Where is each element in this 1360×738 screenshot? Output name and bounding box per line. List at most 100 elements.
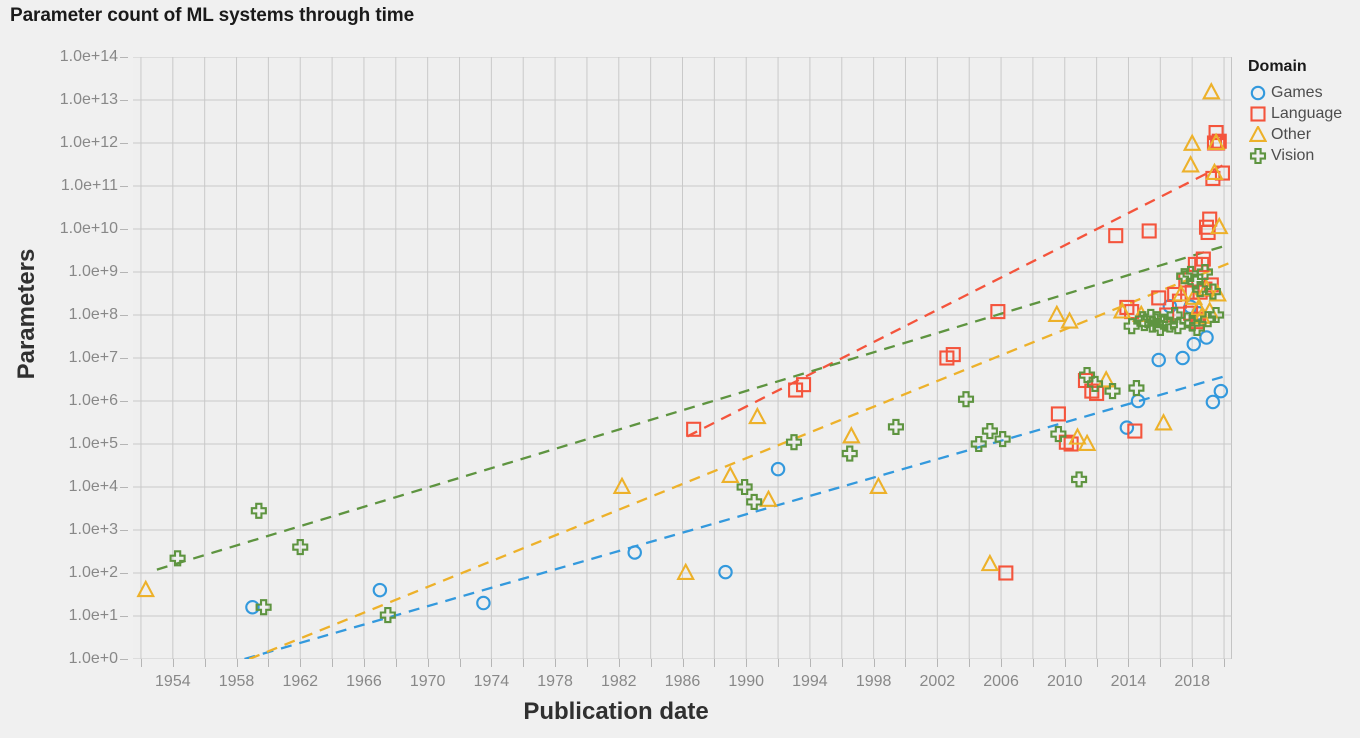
y-axis-tick-mark <box>120 573 128 574</box>
circle-icon <box>1248 85 1268 101</box>
y-axis-tick-label: 1.0e+7 <box>68 349 118 366</box>
legend-label: Other <box>1271 126 1312 143</box>
square-icon <box>1248 106 1268 122</box>
circle-marker <box>1213 383 1229 399</box>
y-axis-tick-mark <box>120 315 128 316</box>
y-axis-tick-mark <box>120 530 128 531</box>
x-axis-tick-mark <box>204 659 206 667</box>
x-axis-tick-mark <box>586 659 588 667</box>
square-marker <box>1202 211 1218 227</box>
y-axis-tick-label: 1.0e+13 <box>59 91 118 108</box>
cross-marker <box>250 502 267 519</box>
x-axis-tick-mark <box>650 659 652 667</box>
triangle-marker <box>676 562 695 580</box>
cross-marker <box>736 478 753 496</box>
y-axis-tick-mark <box>120 100 128 101</box>
y-axis-tick-label: 1.0e+9 <box>68 263 118 280</box>
legend: Domain Games Language Other Vision <box>1248 58 1360 167</box>
x-axis-tick-label: 1974 <box>473 673 510 690</box>
x-axis-tick-label: 2014 <box>1110 673 1147 690</box>
triangle-marker <box>136 579 156 598</box>
cross-marker <box>1128 380 1145 397</box>
x-axis-tick-label: 1982 <box>600 673 637 690</box>
x-axis-tick-label: 2018 <box>1174 673 1210 690</box>
cross-marker <box>1071 471 1088 488</box>
circle-marker <box>476 595 491 611</box>
data-layer <box>136 82 1230 659</box>
x-axis-tick-mark <box>905 659 907 667</box>
x-axis-tick-mark <box>1224 659 1226 667</box>
circle-marker <box>1186 336 1202 352</box>
y-axis-tick-label: 1.0e+0 <box>68 650 118 667</box>
legend-item-other[interactable]: Other <box>1248 125 1360 145</box>
y-axis-tick-mark <box>120 57 128 58</box>
cross-marker <box>841 445 858 462</box>
legend-label: Language <box>1271 105 1343 122</box>
triangle-marker <box>1181 155 1200 173</box>
x-axis-tick-mark <box>395 659 397 667</box>
x-axis-tick-mark <box>523 659 525 667</box>
y-axis-tick-mark <box>120 143 128 144</box>
x-axis-tick-mark <box>1192 659 1194 667</box>
trendline-games <box>244 374 1230 659</box>
legend-title: Domain <box>1248 58 1307 75</box>
y-axis-tick-mark <box>120 659 128 660</box>
legend-item-vision[interactable]: Vision <box>1248 146 1360 166</box>
y-axis-tick-mark <box>120 358 128 359</box>
circle-marker <box>1175 350 1190 366</box>
x-axis-tick-mark <box>236 659 238 667</box>
series-language <box>686 124 1230 581</box>
legend-item-language[interactable]: Language <box>1248 104 1360 124</box>
x-axis-tick-mark <box>714 659 716 667</box>
circle-marker <box>1199 330 1214 345</box>
legend-item-games[interactable]: Games <box>1248 83 1360 103</box>
cross-marker <box>970 435 987 453</box>
triangle-marker <box>748 406 767 425</box>
triangle-marker <box>1249 126 1267 142</box>
triangle-marker <box>869 476 888 494</box>
x-axis-tick-label: 1954 <box>155 673 191 690</box>
x-axis-tick-label: 1970 <box>409 673 446 690</box>
x-axis-tick-mark <box>873 659 875 667</box>
x-axis: 1954 1958 1962 1966 1970 1974 1978 1982 1986 1990… <box>133 659 1232 699</box>
square-marker <box>795 377 812 393</box>
y-axis-tick-label: 1.0e+2 <box>68 564 118 581</box>
x-axis-tick-label: 1998 <box>855 673 892 690</box>
x-axis-tick-mark <box>555 659 557 667</box>
x-axis-tick-mark <box>969 659 971 667</box>
y-axis-tick-label: 1.0e+4 <box>68 478 118 495</box>
x-axis-tick-mark <box>491 659 493 667</box>
triangle-marker <box>842 426 861 444</box>
x-axis-tick-mark <box>841 659 843 667</box>
y-axis-tick-label: 1.0e+1 <box>68 607 118 624</box>
triangle-marker <box>1182 133 1202 151</box>
circle-marker <box>770 461 786 477</box>
legend-label: Games <box>1271 84 1323 101</box>
y-axis-tick-label: 1.0e+8 <box>68 306 118 323</box>
legend-label: Vision <box>1271 147 1315 164</box>
y-axis-tick-label: 1.0e+3 <box>68 521 118 538</box>
square-marker <box>1141 223 1157 239</box>
y-axis-tick-mark <box>120 616 128 617</box>
circle-marker <box>372 582 388 598</box>
x-axis-tick-mark <box>172 659 174 667</box>
x-axis-tick-mark <box>1001 659 1003 667</box>
y-axis-tick-label: 1.0e+6 <box>68 392 118 409</box>
circle-marker <box>718 564 733 580</box>
x-axis-tick-label: 2002 <box>919 673 956 690</box>
triangle-marker <box>1201 82 1221 100</box>
x-axis-tick-mark <box>682 659 684 667</box>
x-axis-tick-label: 1962 <box>282 673 319 690</box>
x-axis-tick-label: 1990 <box>728 673 764 690</box>
x-axis-tick-label: 1966 <box>346 673 382 690</box>
y-axis-tick-label: 1.0e+10 <box>59 220 118 237</box>
circle-marker <box>1151 352 1166 368</box>
plot-area <box>133 57 1232 659</box>
triangle-marker <box>720 465 740 483</box>
x-axis-tick-mark <box>140 659 142 667</box>
triangle-icon <box>1248 126 1268 143</box>
x-axis-tick-label: 1986 <box>664 673 701 690</box>
x-axis-tick-mark <box>1064 659 1066 667</box>
x-axis-tick-mark <box>363 659 365 667</box>
cross-marker <box>1249 147 1267 165</box>
